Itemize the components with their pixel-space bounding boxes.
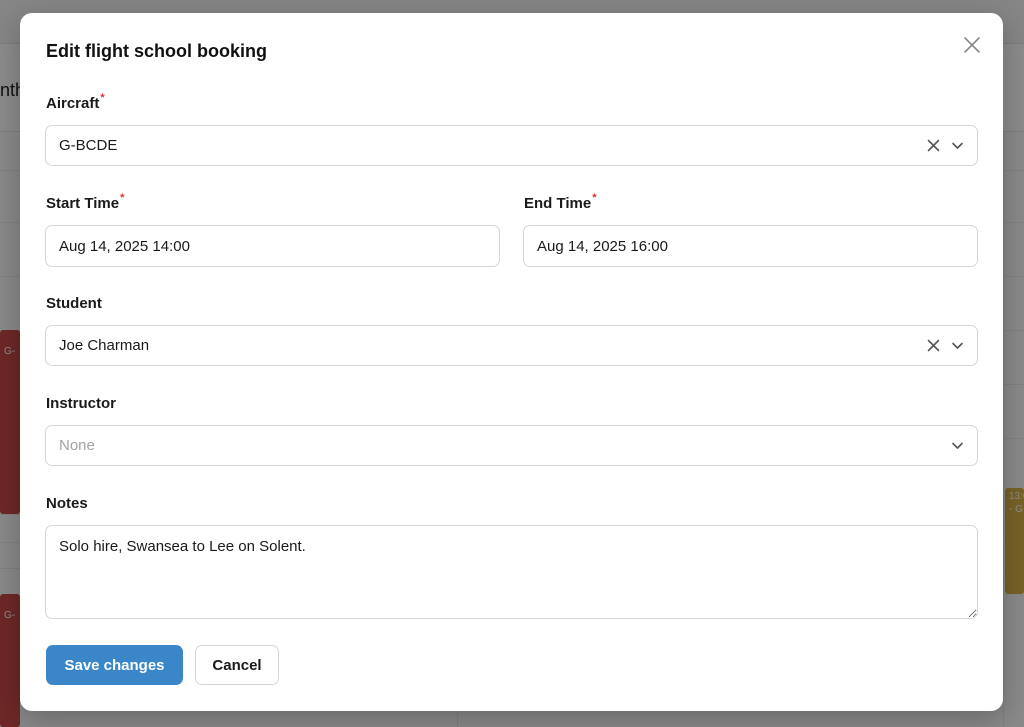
student-dropdown-button[interactable]	[949, 338, 965, 354]
instructor-label: Instructor	[46, 395, 117, 412]
chevron-down-icon	[951, 342, 963, 349]
instructor-dropdown-button[interactable]	[949, 438, 965, 454]
aircraft-label-text: Aircraft	[46, 95, 100, 112]
required-mark: *	[592, 192, 597, 204]
end-time-value: Aug 14, 2025 16:00	[537, 237, 668, 255]
instructor-placeholder: None	[59, 437, 95, 454]
student-value: Joe Charman	[59, 337, 150, 354]
aircraft-clear-button[interactable]	[925, 138, 941, 154]
required-mark: *	[100, 92, 105, 104]
aircraft-value: G-BCDE	[59, 137, 118, 154]
chevron-down-icon	[951, 142, 963, 149]
aircraft-label: Aircraft*	[46, 92, 105, 112]
start-time-input[interactable]: Aug 14, 2025 14:00	[45, 225, 500, 267]
edit-booking-modal: Edit flight school booking Aircraft* G-B…	[20, 13, 1003, 711]
instructor-select[interactable]: None	[45, 425, 978, 466]
close-icon	[964, 37, 980, 53]
student-label: Student	[46, 295, 102, 312]
modal-title: Edit flight school booking	[46, 41, 267, 61]
start-time-label: Start Time*	[46, 192, 125, 212]
clear-icon	[927, 339, 939, 352]
end-time-label-text: End Time	[524, 195, 592, 212]
close-button[interactable]	[960, 33, 984, 57]
clear-icon	[927, 139, 939, 152]
end-time-label: End Time*	[524, 192, 597, 212]
aircraft-dropdown-button[interactable]	[949, 138, 965, 154]
start-time-label-text: Start Time	[46, 195, 120, 212]
student-clear-button[interactable]	[925, 338, 941, 354]
aircraft-select[interactable]: G-BCDE	[45, 125, 978, 166]
chevron-down-icon	[951, 442, 963, 449]
student-select[interactable]: Joe Charman	[45, 325, 978, 366]
start-time-value: Aug 14, 2025 14:00	[59, 237, 190, 255]
save-changes-button[interactable]: Save changes	[46, 645, 183, 685]
end-time-input[interactable]: Aug 14, 2025 16:00	[523, 225, 978, 267]
cancel-button[interactable]: Cancel	[195, 645, 279, 685]
notes-textarea[interactable]: Solo hire, Swansea to Lee on Solent.	[45, 525, 978, 619]
required-mark: *	[120, 192, 125, 204]
notes-label: Notes	[46, 495, 88, 512]
